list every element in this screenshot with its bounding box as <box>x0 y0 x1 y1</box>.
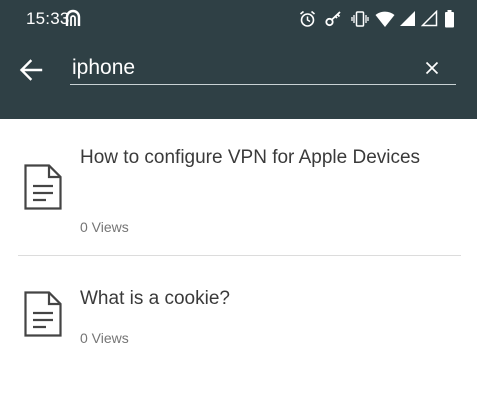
wifi-icon <box>375 10 395 33</box>
alarm-icon <box>299 10 316 33</box>
item-title: How to configure VPN for Apple Devices <box>80 147 421 168</box>
close-icon <box>425 61 439 75</box>
signal-icon <box>399 10 416 32</box>
search-bar <box>0 44 477 100</box>
app-bar: 15:33 <box>0 0 477 119</box>
document-icon <box>24 164 62 215</box>
app-notification-icon <box>65 9 81 32</box>
search-input[interactable] <box>72 54 412 82</box>
status-time: 15:33 <box>26 9 70 28</box>
status-icons <box>299 9 459 28</box>
signal-empty-icon <box>420 9 438 32</box>
status-bar: 15:33 <box>0 0 477 38</box>
key-icon <box>325 10 343 33</box>
document-icon <box>24 291 62 342</box>
item-views: 0 Views <box>80 330 129 346</box>
arrow-back-icon <box>19 59 43 81</box>
back-button[interactable] <box>14 53 48 87</box>
vibrate-icon <box>351 10 369 33</box>
item-views: 0 Views <box>80 219 129 235</box>
list-item[interactable]: What is a cookie? 0 Views <box>0 256 477 366</box>
clear-search-button[interactable] <box>418 54 446 82</box>
search-underline <box>70 84 456 85</box>
battery-icon <box>445 10 454 33</box>
item-title: What is a cookie? <box>80 288 230 309</box>
list-item[interactable]: How to configure VPN for Apple Devices 0… <box>0 119 477 255</box>
